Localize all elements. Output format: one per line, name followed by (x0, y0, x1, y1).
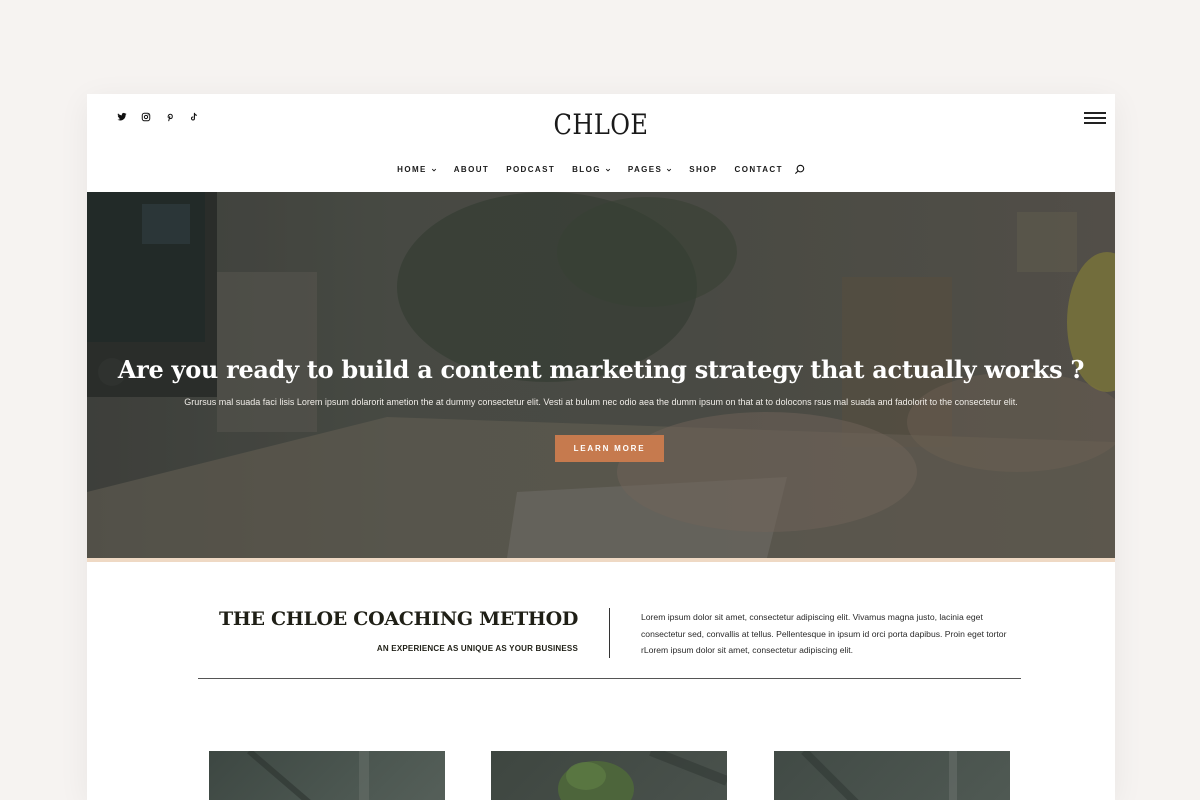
main-nav: HOME ABOUT PODCAST BLOG PAGES SHOP CONTA… (87, 164, 1115, 175)
hero-bottom-border (87, 558, 1115, 562)
feature-card-image-1[interactable] (209, 751, 445, 800)
nav-item-home[interactable]: HOME (397, 165, 437, 174)
feature-card-image-2[interactable] (491, 751, 727, 800)
nav-item-pages[interactable]: PAGES (628, 165, 672, 174)
search-icon[interactable] (794, 164, 805, 175)
nav-item-shop[interactable]: SHOP (689, 165, 717, 174)
nav-item-blog[interactable]: BLOG (572, 165, 611, 174)
chevron-down-icon (667, 168, 672, 172)
site-logo[interactable]: CHLOE (159, 108, 1043, 141)
learn-more-button[interactable]: LEARN MORE (555, 435, 664, 462)
nav-item-podcast[interactable]: PODCAST (506, 165, 555, 174)
chevron-down-icon (431, 168, 436, 172)
hero-title: Are you ready to build a content marketi… (117, 355, 1085, 384)
nav-item-contact[interactable]: CONTACT (735, 165, 783, 174)
section-divider (198, 678, 1021, 679)
instagram-icon[interactable] (139, 110, 152, 123)
nav-item-about[interactable]: ABOUT (454, 165, 489, 174)
vertical-divider (609, 608, 610, 658)
twitter-icon[interactable] (115, 110, 128, 123)
method-title: THE CHLOE COACHING METHOD (219, 608, 578, 630)
chevron-down-icon (605, 168, 610, 172)
hero-banner: Are you ready to build a content marketi… (87, 192, 1115, 558)
hero-subtitle: Grursus mal suada faci lisis Lorem ipsum… (184, 397, 1018, 407)
page-frame: CHLOE HOME ABOUT PODCAST BLOG PAGES SHOP… (87, 94, 1115, 800)
method-description: Lorem ipsum dolor sit amet, consectetur … (641, 612, 1007, 655)
method-subtitle: AN EXPERIENCE AS UNIQUE AS YOUR BUSINESS (376, 644, 578, 653)
hamburger-icon[interactable] (1084, 111, 1106, 125)
feature-card-image-3[interactable] (774, 751, 1010, 800)
